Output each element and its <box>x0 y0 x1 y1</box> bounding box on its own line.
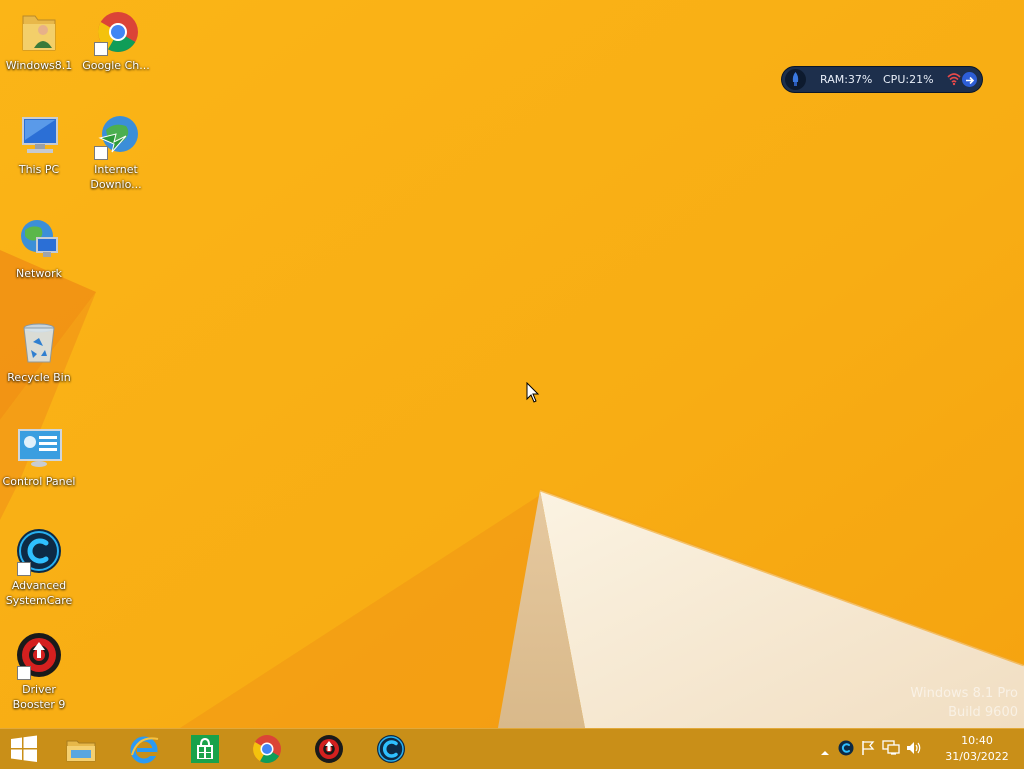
taskbar-chrome[interactable] <box>237 729 297 769</box>
wifi-icon <box>946 71 962 96</box>
wallpaper <box>0 0 1024 728</box>
desktop[interactable]: Windows8.1 Google Ch... This PC Internet… <box>0 0 1024 728</box>
clock-time: 10:40 <box>961 734 993 747</box>
cpu-usage: CPU:21% <box>883 73 934 86</box>
advanced-systemcare-icon[interactable] <box>838 740 854 760</box>
desktop-icon-network[interactable]: Network <box>1 216 77 281</box>
desktop-icon-advanced-systemcare[interactable]: Advanced SystemCare <box>1 528 77 608</box>
taskbar-driver-booster[interactable] <box>299 729 359 769</box>
mouse-cursor-icon <box>526 382 540 403</box>
driver-booster-icon <box>15 632 63 680</box>
desktop-icon-google-chrome[interactable]: Google Ch... <box>78 8 154 73</box>
clock-date: 31/03/2022 <box>945 750 1009 763</box>
rocket-icon[interactable] <box>785 69 806 90</box>
desktop-icon-label: Control Panel <box>2 475 76 488</box>
system-tray: 10:40 31/03/2022 <box>814 729 1024 769</box>
desktop-icon-label: Internet Downlo... <box>90 163 142 191</box>
taskbar-internet-explorer[interactable] <box>114 729 174 769</box>
desktop-icon-this-pc[interactable]: This PC <box>1 112 77 177</box>
desktop-icon-label: Recycle Bin <box>7 371 71 384</box>
shortcut-arrow-icon <box>94 42 108 56</box>
advanced-systemcare-icon <box>15 528 63 576</box>
volume-icon[interactable] <box>906 740 922 760</box>
shortcut-arrow-icon <box>17 666 31 680</box>
network-globe-icon <box>15 216 63 264</box>
desktop-icon-driver-booster[interactable]: Driver Booster 9 <box>1 632 77 712</box>
system-monitor-widget[interactable]: RAM:37% CPU:21% <box>782 67 982 92</box>
taskbar-file-explorer[interactable] <box>51 729 111 769</box>
desktop-icon-control-panel[interactable]: Control Panel <box>1 424 77 489</box>
action-center-flag-icon[interactable] <box>860 740 876 760</box>
desktop-icon-label: Advanced SystemCare <box>5 579 73 607</box>
watermark-build: Build 9600 <box>948 705 1018 720</box>
taskbar-advanced-systemcare[interactable] <box>361 729 421 769</box>
taskbar-store[interactable] <box>175 729 235 769</box>
clock[interactable]: 10:40 31/03/2022 <box>942 733 1012 765</box>
shortcut-arrow-icon <box>17 562 31 576</box>
desktop-icon-recycle-bin[interactable]: Recycle Bin <box>1 320 77 385</box>
watermark-edition: Windows 8.1 Pro <box>910 686 1018 701</box>
desktop-icon-label: Windows8.1 <box>5 59 73 72</box>
desktop-icon-label: Driver Booster 9 <box>12 683 66 711</box>
desktop-icon-windows81[interactable]: Windows8.1 <box>1 8 77 73</box>
idm-icon <box>92 112 140 160</box>
user-folder-icon <box>15 8 63 56</box>
windows-watermark: Windows 8.1 Pro Build 9600 <box>910 684 1018 722</box>
network-icon[interactable] <box>882 740 900 760</box>
show-hidden-icons-icon[interactable] <box>820 743 830 762</box>
recycle-bin-icon <box>15 320 63 368</box>
desktop-icon-label: This PC <box>18 163 60 176</box>
desktop-icon-internet-download-manager[interactable]: Internet Downlo... <box>78 112 154 192</box>
desktop-icon-label: Google Ch... <box>82 59 150 72</box>
computer-icon <box>15 112 63 160</box>
ram-usage: RAM:37% <box>820 73 873 86</box>
arrow-right-icon[interactable] <box>962 72 977 87</box>
control-panel-icon <box>15 424 63 472</box>
shortcut-arrow-icon <box>94 146 108 160</box>
desktop-icon-label: Network <box>16 267 62 280</box>
taskbar: 10:40 31/03/2022 <box>0 728 1024 769</box>
chrome-icon <box>92 8 140 56</box>
